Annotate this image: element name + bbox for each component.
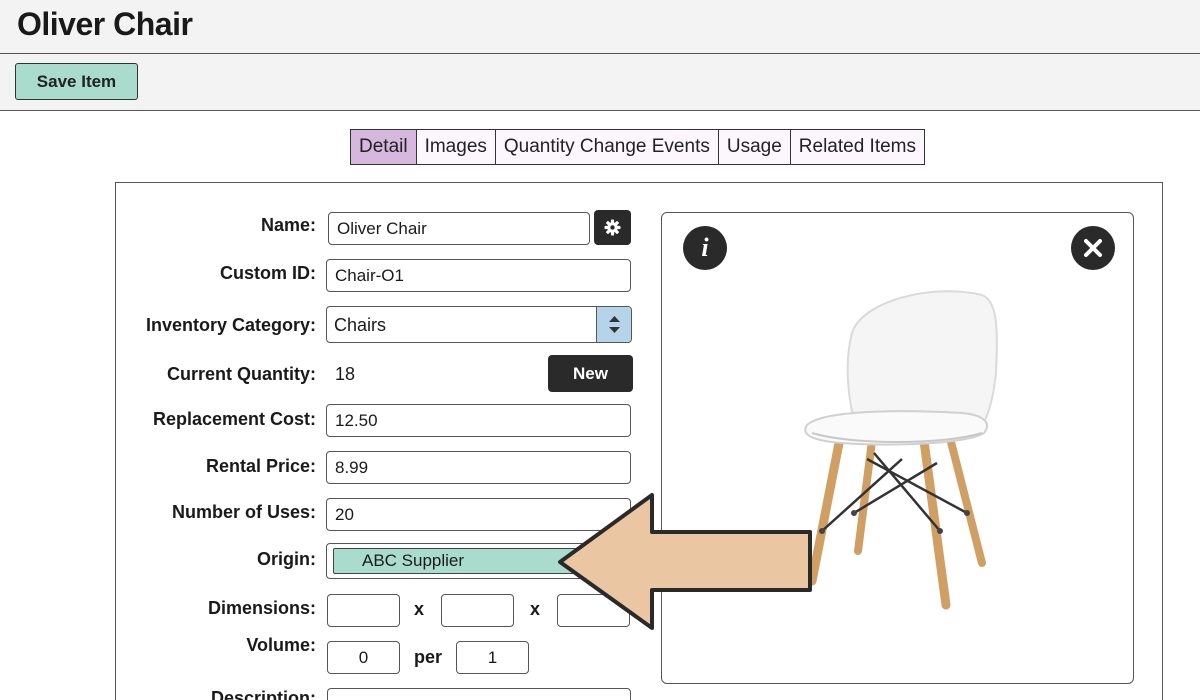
replacement-cost-label: Replacement Cost: xyxy=(152,409,316,429)
dimension-width-input[interactable] xyxy=(441,594,514,627)
rental-price-input[interactable] xyxy=(326,451,631,484)
name-settings-button[interactable] xyxy=(594,210,631,245)
close-image-button[interactable] xyxy=(1071,226,1115,270)
volume-label: Volume: xyxy=(246,635,316,655)
info-button[interactable]: i xyxy=(683,226,727,270)
description-input[interactable] xyxy=(327,688,631,700)
tab-detail[interactable]: Detail xyxy=(351,130,417,164)
custom-id-input[interactable] xyxy=(326,259,631,292)
gear-icon xyxy=(604,219,621,236)
replacement-cost-input[interactable] xyxy=(326,404,631,437)
current-quantity-value: 18 xyxy=(335,364,356,384)
tab-images[interactable]: Images xyxy=(416,130,496,164)
select-updown-icon xyxy=(596,307,631,342)
callout-arrow-icon xyxy=(558,493,812,630)
number-of-uses-label: Number of Uses: xyxy=(171,502,316,522)
page-title: Oliver Chair xyxy=(17,6,193,42)
tab-related-items[interactable]: Related Items xyxy=(790,130,925,164)
tab-bar: Detail Images Quantity Change Events Usa… xyxy=(350,129,926,165)
rental-price-label: Rental Price: xyxy=(205,456,316,476)
current-quantity-label: Current Quantity: xyxy=(166,364,316,384)
name-input[interactable] xyxy=(328,212,590,245)
custom-id-label: Custom ID: xyxy=(220,263,316,283)
close-icon xyxy=(1084,239,1102,257)
inventory-category-value: Chairs xyxy=(334,315,387,335)
origin-label: Origin: xyxy=(257,549,316,569)
tab-usage[interactable]: Usage xyxy=(718,130,791,164)
title-bar: Oliver Chair xyxy=(0,0,1200,54)
dimension-separator: x xyxy=(414,599,425,619)
description-label: Description: xyxy=(210,688,316,700)
volume-per-label: per xyxy=(414,647,443,667)
inventory-category-label: Inventory Category: xyxy=(145,315,316,335)
volume-per-input[interactable] xyxy=(456,641,529,674)
tab-quantity-change-events[interactable]: Quantity Change Events xyxy=(495,130,719,164)
dimensions-label: Dimensions: xyxy=(207,598,316,618)
inventory-category-select[interactable]: Chairs xyxy=(326,306,632,343)
dimension-length-input[interactable] xyxy=(327,594,400,627)
dimension-separator: x xyxy=(530,599,541,619)
new-quantity-button[interactable]: New xyxy=(548,355,633,392)
name-label: Name: xyxy=(260,215,316,235)
toolbar: Save Item xyxy=(0,54,1200,111)
volume-input[interactable] xyxy=(327,641,400,674)
save-item-button[interactable]: Save Item xyxy=(15,63,138,100)
